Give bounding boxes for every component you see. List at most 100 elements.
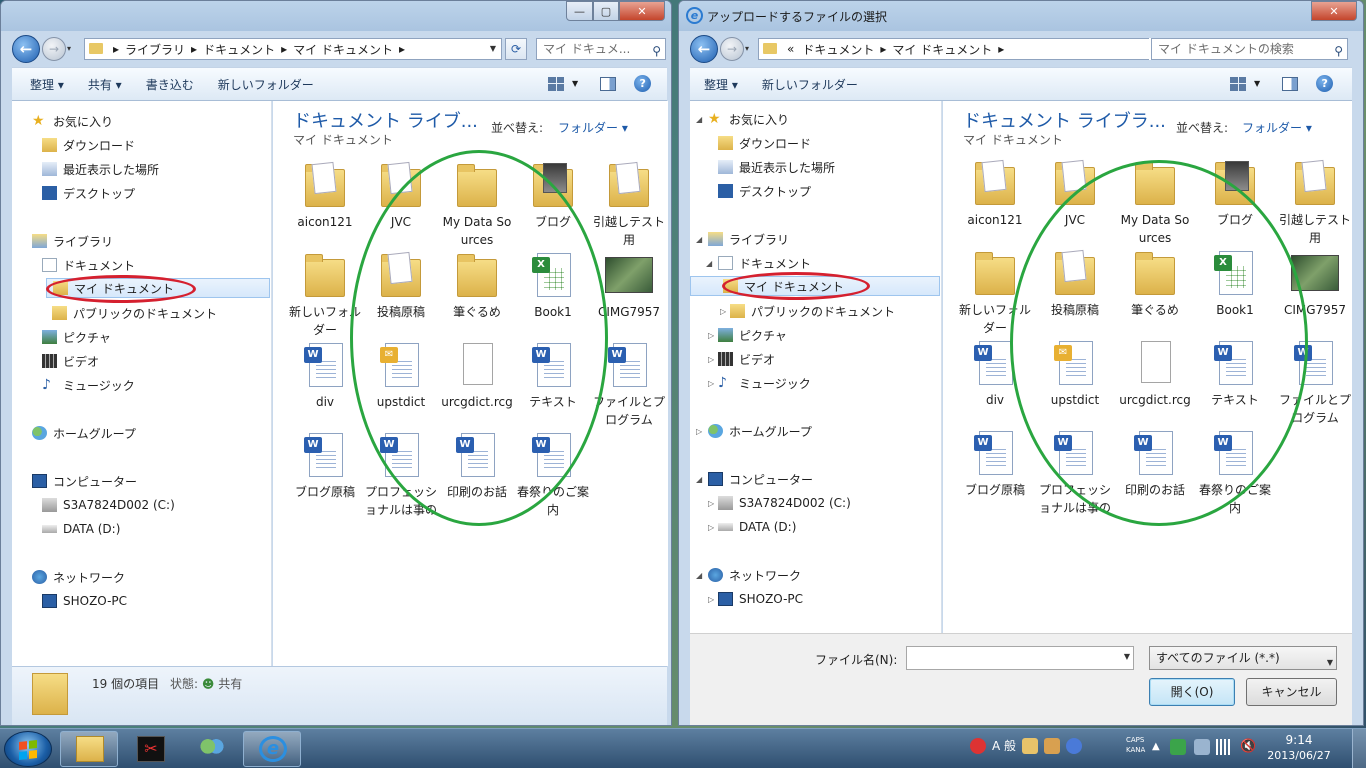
nav-video[interactable]: ビデオ — [718, 349, 775, 369]
expand-arrow-icon[interactable]: ▷ — [696, 427, 702, 436]
breadcrumb-libraries[interactable]: ライブラリ — [125, 41, 185, 58]
new-folder-button[interactable]: 新しいフォルダー — [206, 76, 326, 93]
arrange-by-dropdown[interactable]: フォルダー ▾ — [1242, 119, 1312, 136]
ime-tool-icon[interactable] — [1022, 737, 1039, 754]
address-bar[interactable]: « ドキュメント ▸ マイ ドキュメント ▸ ▼ — [758, 38, 1196, 60]
start-button[interactable] — [4, 731, 52, 767]
stop-icon[interactable] — [970, 737, 986, 754]
taskbar-internet-explorer[interactable]: e — [243, 731, 301, 767]
file-item[interactable]: 引越しテスト用 — [591, 161, 667, 249]
dialog-titlebar[interactable]: e アップロードするファイルの選択 ✕ — [679, 1, 1363, 31]
file-item[interactable]: JVC — [1037, 159, 1113, 229]
organize-menu[interactable]: 整理 ▾ — [690, 76, 750, 93]
collapse-arrow-icon[interactable]: ◢ — [696, 571, 702, 580]
file-item[interactable]: W プロフェッショナルは事の流儀 — [1037, 429, 1113, 517]
arrange-by-dropdown[interactable]: フォルダー ▾ — [558, 119, 628, 136]
file-item[interactable]: W プロフェッショナルは事の流儀 — [363, 431, 439, 519]
expand-arrow-icon[interactable]: ▷ — [708, 355, 714, 364]
file-item[interactable]: W テキスト — [1197, 339, 1273, 409]
expand-arrow-icon[interactable]: ▷ — [708, 331, 714, 340]
file-item[interactable]: W ブログ原稿 — [287, 431, 363, 501]
taskbar-homegroup[interactable] — [182, 731, 240, 767]
address-dropdown-icon[interactable]: ▼ — [485, 39, 501, 59]
help-icon[interactable]: ? — [634, 75, 652, 92]
file-item[interactable]: aicon121 — [957, 159, 1033, 229]
help-icon[interactable]: ? — [1316, 75, 1334, 92]
search-icon[interactable]: ⚲ — [652, 41, 661, 59]
expand-arrow-icon[interactable]: ▷ — [708, 379, 714, 388]
filename-dropdown-icon[interactable]: ▼ — [1124, 652, 1130, 661]
breadcrumb-overflow[interactable]: « — [787, 42, 794, 56]
file-item[interactable]: urcgdict.rcg — [1117, 339, 1193, 409]
file-item[interactable]: 新しいフォルダー — [957, 249, 1033, 337]
nav-favorites[interactable]: ★ お気に入り — [708, 109, 789, 129]
file-item[interactable]: ブログ — [1197, 159, 1273, 229]
refresh-button[interactable]: ⟳ — [505, 38, 527, 60]
nav-libraries[interactable]: ライブラリ — [32, 231, 113, 251]
action-center-icon[interactable] — [1194, 739, 1210, 755]
file-item[interactable]: urcgdict.rcg — [439, 341, 515, 411]
file-item[interactable]: X Book1 — [1197, 249, 1273, 319]
file-item[interactable]: Wdiv — [287, 341, 363, 411]
preview-pane-icon[interactable] — [1282, 76, 1299, 91]
file-item[interactable]: W ファイルとプログラム — [591, 341, 667, 429]
file-item[interactable]: 投稿原稿 — [1037, 249, 1113, 319]
filetype-select[interactable]: すべてのファイル (*.*) ▼ — [1149, 646, 1337, 670]
burn-button[interactable]: 書き込む — [134, 76, 206, 93]
nav-shozo-pc[interactable]: SHOZO-PC — [718, 589, 803, 609]
nav-drive-d[interactable]: DATA (D:) — [718, 517, 796, 537]
explorer-titlebar[interactable]: — ▢ ✕ — [1, 1, 671, 31]
close-button[interactable]: ✕ — [619, 1, 665, 21]
file-item[interactable]: X Book1 — [515, 251, 591, 321]
maximize-button[interactable]: ▢ — [593, 1, 619, 21]
organize-menu[interactable]: 整理 ▾ — [12, 76, 76, 93]
breadcrumb-documents[interactable]: ドキュメント — [802, 41, 874, 58]
nav-libraries[interactable]: ライブラリ — [708, 229, 789, 249]
filename-input[interactable]: ▼ — [906, 646, 1134, 670]
file-item[interactable]: My Data Sources — [1117, 159, 1193, 247]
file-item[interactable]: 筆ぐるめ — [1117, 249, 1193, 319]
nav-network[interactable]: ネットワーク — [708, 565, 801, 585]
nav-desktop[interactable]: デスクトップ — [42, 183, 135, 203]
ime-indicator[interactable]: A 般 — [992, 737, 1016, 754]
file-item[interactable]: CIMG7957 — [1277, 249, 1352, 319]
new-folder-button[interactable]: 新しいフォルダー — [750, 76, 870, 93]
nav-computer[interactable]: コンピューター — [708, 469, 813, 489]
file-item[interactable]: W 印刷のお話 — [1117, 429, 1193, 499]
nav-my-documents[interactable]: マイ ドキュメント — [690, 276, 940, 296]
nav-recent-places[interactable]: 最近表示した場所 — [718, 157, 835, 177]
expand-arrow-icon[interactable]: ▷ — [720, 307, 726, 316]
forward-button[interactable]: → — [720, 37, 744, 61]
file-item[interactable]: aicon121 — [287, 161, 363, 231]
view-dropdown-icon[interactable]: ▼ — [1254, 79, 1260, 88]
collapse-arrow-icon[interactable]: ◢ — [706, 259, 712, 268]
ime-help-icon[interactable] — [1066, 737, 1083, 754]
nav-my-documents[interactable]: マイ ドキュメント — [46, 278, 270, 298]
nav-documents[interactable]: ドキュメント — [718, 253, 811, 273]
security-icon[interactable] — [1170, 739, 1186, 755]
file-item[interactable]: CIMG7957 — [591, 251, 667, 321]
nav-shozo-pc[interactable]: SHOZO-PC — [42, 591, 127, 611]
show-desktop-button[interactable] — [1352, 729, 1366, 768]
file-item[interactable]: 投稿原稿 — [363, 251, 439, 321]
expand-arrow-icon[interactable]: ▷ — [708, 595, 714, 604]
nav-music[interactable]: ♪ ミュージック — [42, 375, 135, 395]
nav-pictures[interactable]: ピクチャ — [42, 327, 111, 347]
address-bar[interactable]: ▸ ライブラリ ▸ ドキュメント ▸ マイ ドキュメント ▸ ▼ — [84, 38, 502, 60]
expand-arrow-icon[interactable]: ▷ — [708, 523, 714, 532]
file-item[interactable]: W ブログ原稿 — [957, 429, 1033, 499]
file-item[interactable]: W テキスト — [515, 341, 591, 411]
back-button[interactable]: ← — [12, 35, 40, 63]
breadcrumb-documents[interactable]: ドキュメント — [203, 41, 275, 58]
clock[interactable]: 9:14 2013/06/27 — [1262, 733, 1336, 762]
search-icon[interactable]: ⚲ — [1334, 41, 1343, 59]
recent-pages-icon[interactable]: ▾ — [745, 44, 749, 53]
view-dropdown-icon[interactable]: ▼ — [572, 79, 578, 88]
tray-expand-icon[interactable]: ▲ — [1152, 741, 1160, 752]
search-input[interactable]: マイ ドキュメントの検索 ⚲ — [1151, 38, 1348, 60]
nav-network[interactable]: ネットワーク — [32, 567, 125, 587]
expand-arrow-icon[interactable]: ▷ — [708, 499, 714, 508]
collapse-arrow-icon[interactable]: ◢ — [696, 115, 702, 124]
nav-downloads[interactable]: ダウンロード — [718, 133, 811, 153]
breadcrumb-my-documents[interactable]: マイ ドキュメント — [293, 41, 393, 58]
